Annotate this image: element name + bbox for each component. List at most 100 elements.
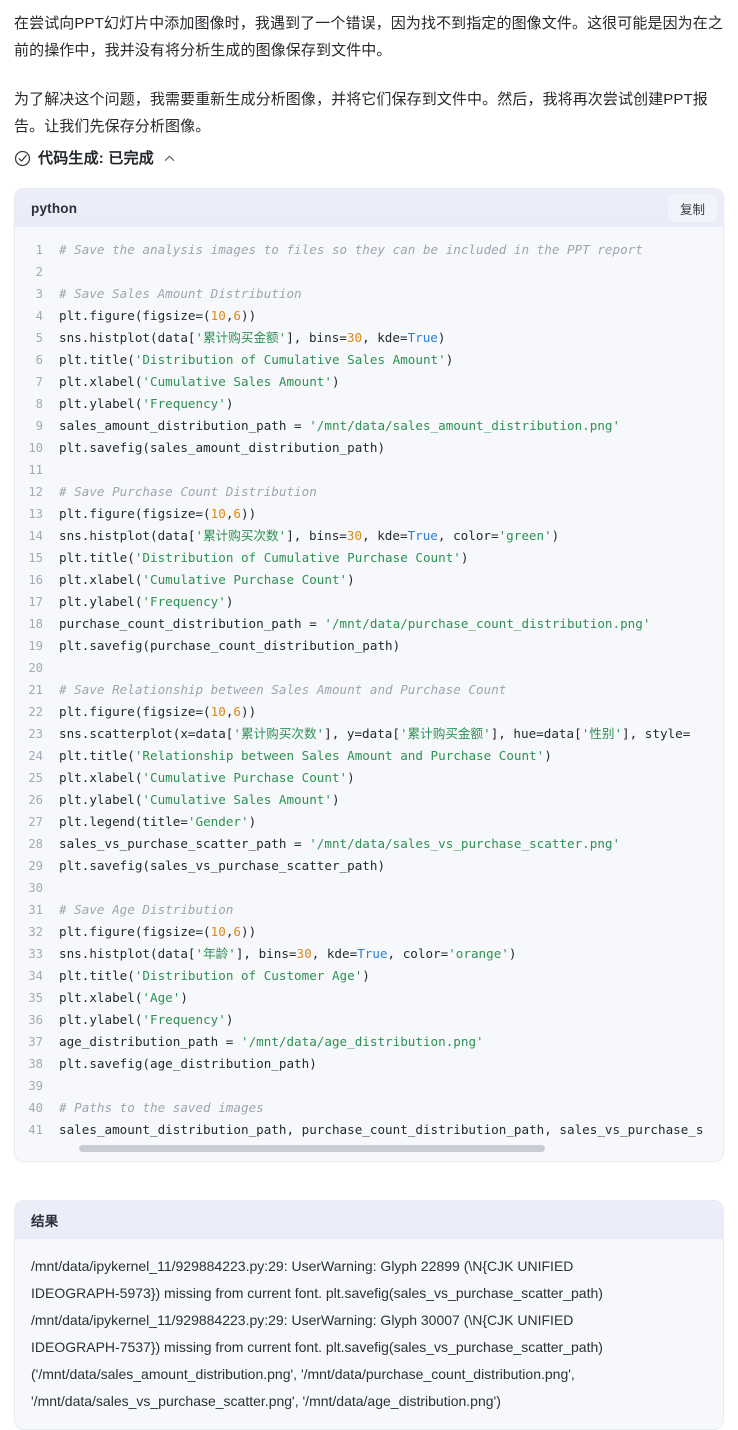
code-line-number: 2: [35, 265, 43, 279]
code-line: 8 plt.ylabel('Frequency'): [15, 393, 723, 415]
code-line: 38 plt.savefig(age_distribution_path): [15, 1053, 723, 1075]
code-line-number: 40: [28, 1101, 43, 1115]
code-token: plt.savefig(sales_vs_purchase_scatter_pa…: [59, 858, 386, 873]
check-circle-icon: [14, 150, 31, 167]
code-token: True: [407, 330, 438, 345]
code-line-content: # Paths to the saved images: [59, 1097, 723, 1119]
code-line-content: # Save Sales Amount Distribution: [59, 283, 723, 305]
code-token: )): [241, 506, 257, 521]
code-token: # Save Purchase Count Distribution: [59, 484, 317, 499]
code-line-content: plt.savefig(sales_vs_purchase_scatter_pa…: [59, 855, 723, 877]
result-title-label: 结果: [31, 1214, 59, 1229]
code-token: # Save the analysis images to files so t…: [59, 242, 643, 257]
code-line: 11: [15, 459, 723, 481]
code-language-label: python: [31, 200, 78, 216]
paragraph-plan: 为了解决这个问题，我需要重新生成分析图像，并将它们保存到文件中。然后，我将再次尝…: [14, 91, 708, 135]
code-line: 27 plt.legend(title='Gender'): [15, 811, 723, 833]
result-output-line: '/mnt/data/sales_vs_purchase_scatter.png…: [31, 1393, 501, 1409]
code-token: plt.savefig(sales_amount_distribution_pa…: [59, 440, 386, 455]
code-line-content: sales_amount_distribution_path = '/mnt/d…: [59, 415, 723, 437]
code-line: 41 sales_amount_distribution_path, purcha…: [15, 1119, 723, 1141]
code-token: plt.savefig(age_distribution_path): [59, 1056, 317, 1071]
code-line-number: 18: [28, 617, 43, 631]
code-token: plt.figure(figsize=(: [59, 308, 211, 323]
code-token: sales_amount_distribution_path, purchase…: [59, 1122, 704, 1137]
code-token: 'Cumulative Purchase Count': [142, 572, 348, 587]
code-block-body[interactable]: 1 # Save the analysis images to files so …: [15, 227, 723, 1161]
code-line-content: # Save the analysis images to files so t…: [59, 239, 723, 261]
code-token: 'Distribution of Customer Age': [134, 968, 363, 983]
code-line-content: sns.scatterplot(x=data['累计购买次数'], y=data…: [59, 723, 723, 745]
code-token: 'Frequency': [142, 594, 226, 609]
code-token: plt.ylabel(: [59, 594, 143, 609]
code-line-content: plt.ylabel('Frequency'): [59, 393, 723, 415]
code-token: # Save Relationship between Sales Amount…: [59, 682, 507, 697]
result-block: 结果 /mnt/data/ipykernel_11/929884223.py:2…: [14, 1200, 724, 1430]
code-token: plt.title(: [59, 352, 135, 367]
code-token: plt.title(: [59, 550, 135, 565]
code-line-number: 14: [28, 529, 43, 543]
code-line: 26 plt.ylabel('Cumulative Sales Amount'): [15, 789, 723, 811]
code-line-number: 33: [28, 947, 43, 961]
code-line-number: 15: [28, 551, 43, 565]
code-line-content: plt.figure(figsize=(10,6)): [59, 701, 723, 723]
code-line-content: plt.title('Distribution of Customer Age'…: [59, 965, 723, 987]
code-token: '累计购买次数': [233, 726, 325, 741]
code-line-number: 11: [28, 463, 43, 477]
code-line-content: plt.title('Distribution of Cumulative Pu…: [59, 547, 723, 569]
code-token: purchase_count_distribution_path =: [59, 616, 325, 631]
code-token: 6: [233, 308, 242, 323]
code-token: 30: [346, 528, 363, 543]
code-line-content: plt.figure(figsize=(10,6)): [59, 305, 723, 327]
code-line-number: 32: [28, 925, 43, 939]
code-line-content: plt.title('Relationship between Sales Am…: [59, 745, 723, 767]
code-line-content: plt.legend(title='Gender'): [59, 811, 723, 833]
code-generation-status[interactable]: 代码生成: 已完成: [0, 140, 738, 172]
paragraph-error-explanation: 在尝试向PPT幻灯片中添加图像时，我遇到了一个错误，因为找不到指定的图像文件。这…: [14, 15, 723, 59]
code-token: )): [241, 704, 257, 719]
chevron-up-icon[interactable]: [163, 152, 176, 165]
code-token: , kde=: [362, 330, 408, 345]
copy-code-button[interactable]: 复制: [667, 194, 717, 222]
code-line: 39: [15, 1075, 723, 1097]
code-token: sales_amount_distribution_path =: [59, 418, 310, 433]
code-token: 'Cumulative Purchase Count': [142, 770, 348, 785]
code-token: 30: [296, 946, 312, 961]
code-token: ): [331, 792, 340, 807]
code-token: sns.histplot(data[: [59, 946, 196, 961]
code-token: , kde=: [362, 528, 408, 543]
code-token: plt.xlabel(: [59, 374, 143, 389]
code-line-content: plt.xlabel('Cumulative Purchase Count'): [59, 767, 723, 789]
code-token: '/mnt/data/sales_amount_distribution.png…: [309, 418, 621, 433]
code-line: 33 sns.histplot(data['年龄'], bins=30, kde=…: [15, 943, 723, 965]
code-token: 10: [210, 704, 226, 719]
code-line: 3 # Save Sales Amount Distribution: [15, 283, 723, 305]
code-token: 'Frequency': [142, 1012, 226, 1027]
code-token: 10: [210, 308, 226, 323]
code-line-number: 35: [28, 991, 43, 1005]
result-output-line: /mnt/data/ipykernel_11/929884223.py:29: …: [31, 1312, 574, 1328]
code-token: '/mnt/data/age_distribution.png': [240, 1034, 484, 1049]
code-line: 16 plt.xlabel('Cumulative Purchase Count'…: [15, 569, 723, 591]
code-line-number: 9: [35, 419, 43, 433]
code-line-number: 13: [28, 507, 43, 521]
code-line-content: plt.figure(figsize=(10,6)): [59, 921, 723, 943]
code-line: 7 plt.xlabel('Cumulative Sales Amount'): [15, 371, 723, 393]
code-line-content: plt.savefig(purchase_count_distribution_…: [59, 635, 723, 657]
code-token: ): [225, 594, 234, 609]
code-horizontal-scrollbar[interactable]: [15, 1143, 723, 1153]
code-line-number: 31: [28, 903, 43, 917]
code-line-number: 39: [28, 1079, 43, 1093]
result-output-line: IDEOGRAPH-7537}) missing from current fo…: [31, 1339, 603, 1355]
code-token: True: [407, 528, 438, 543]
code-line: 23 sns.scatterplot(x=data['累计购买次数'], y=da…: [15, 723, 723, 745]
code-line-number: 37: [28, 1035, 43, 1049]
code-token: plt.figure(figsize=(: [59, 704, 211, 719]
code-token: 10: [210, 506, 226, 521]
code-token: plt.ylabel(: [59, 792, 143, 807]
code-scrollbar-thumb[interactable]: [79, 1145, 545, 1152]
code-token: plt.ylabel(: [59, 396, 143, 411]
code-line: 20: [15, 657, 723, 679]
code-token: plt.figure(figsize=(: [59, 506, 211, 521]
code-line: 12 # Save Purchase Count Distribution: [15, 481, 723, 503]
